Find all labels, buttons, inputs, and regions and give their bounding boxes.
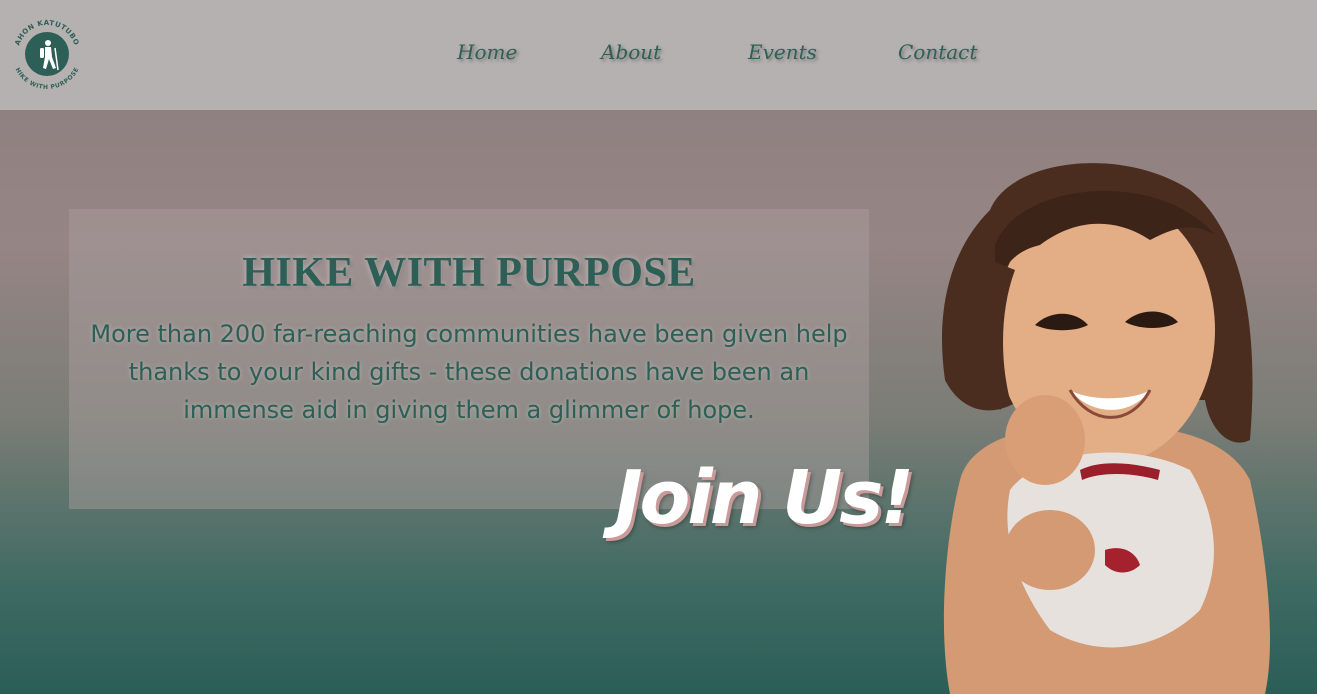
nav-events[interactable]: Events [748, 40, 817, 64]
nav-contact[interactable]: Contact [898, 40, 977, 64]
smiling-child-photo [942, 163, 1270, 694]
hero-text: More than 200 far-reaching communities h… [90, 320, 848, 424]
hero-title: HIKE WITH PURPOSE [242, 250, 696, 296]
main-nav: Home About Events Contact [0, 40, 1317, 70]
nav-home[interactable]: Home [457, 40, 517, 64]
site-header: AHON KATUTUBO HIKE WITH PURPOSE Home Abo… [0, 0, 1317, 110]
join-us-button[interactable]: Join Us! [615, 455, 914, 550]
nav-about[interactable]: About [601, 40, 661, 64]
